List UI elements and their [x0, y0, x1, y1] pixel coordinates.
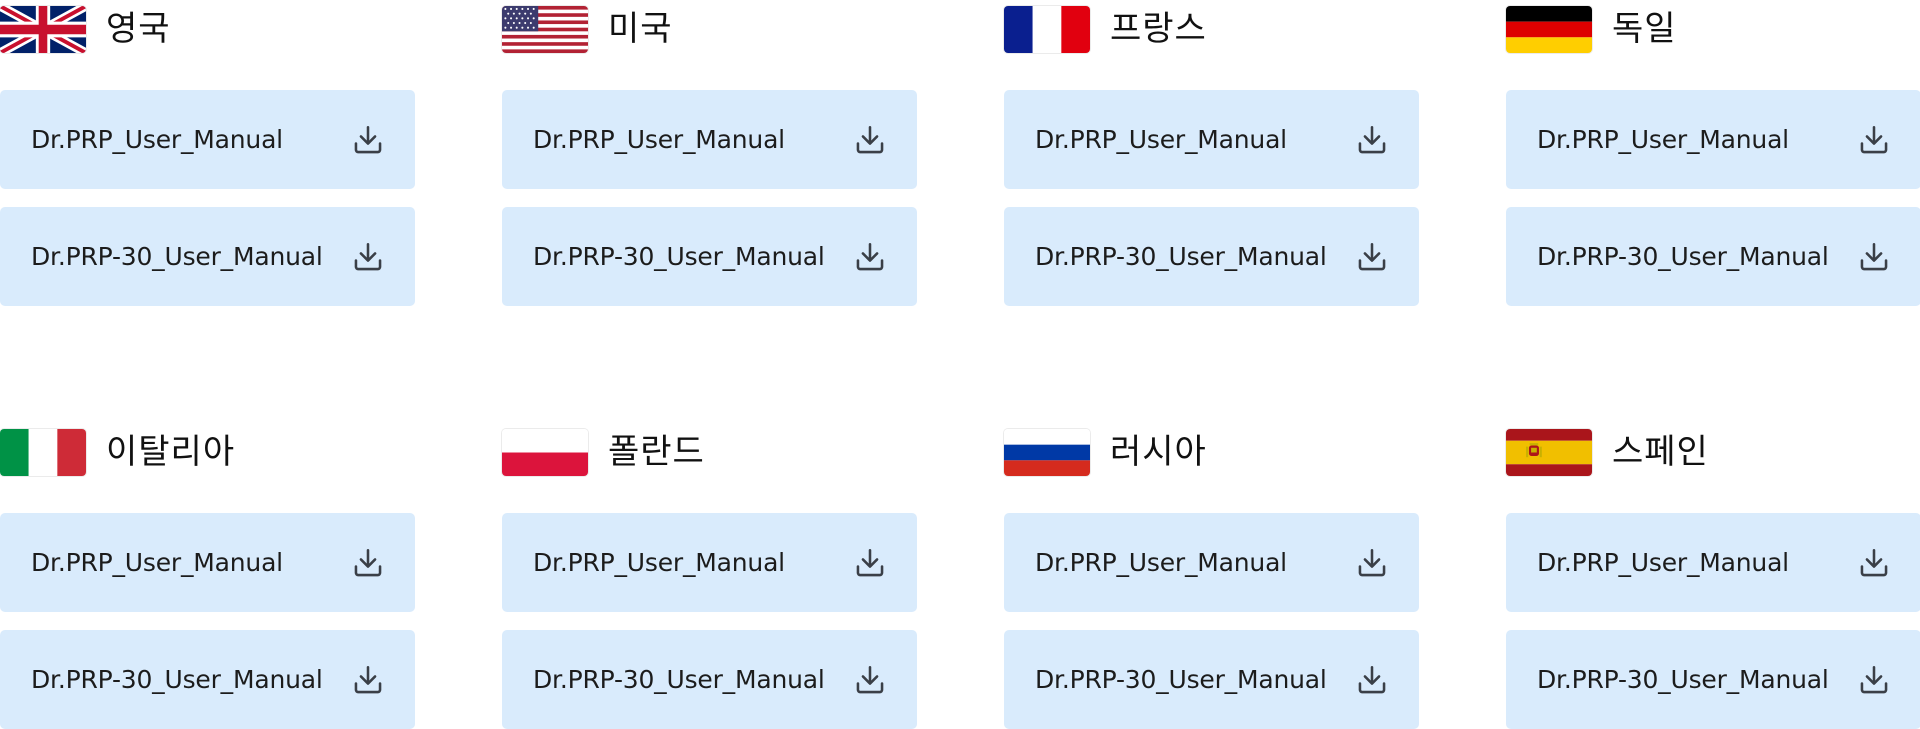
italy-flag-icon [0, 428, 86, 476]
file-name: Dr.PRP_User_Manual [31, 548, 283, 577]
file-name: Dr.PRP-30_User_Manual [533, 665, 825, 694]
download-button[interactable]: Dr.PRP-30_User_Manual [1506, 207, 1920, 306]
country-header: 러시아 [1004, 426, 1207, 478]
file-name: Dr.PRP_User_Manual [1035, 125, 1287, 154]
download-button[interactable]: Dr.PRP_User_Manual [0, 513, 415, 612]
country-name: 영국 [106, 9, 171, 49]
file-name: Dr.PRP_User_Manual [1035, 548, 1287, 577]
download-icon [1857, 663, 1891, 697]
download-icon [853, 240, 887, 274]
country-name: 프랑스 [1110, 9, 1207, 49]
download-button[interactable]: Dr.PRP_User_Manual [1004, 513, 1419, 612]
country-name: 러시아 [1110, 432, 1207, 472]
download-icon [1857, 240, 1891, 274]
download-icon [1355, 546, 1389, 580]
download-icon [351, 123, 385, 157]
download-button[interactable]: Dr.PRP-30_User_Manual [1506, 630, 1920, 729]
country-name: 이탈리아 [106, 432, 236, 472]
file-name: Dr.PRP-30_User_Manual [31, 242, 323, 271]
download-icon [1857, 546, 1891, 580]
download-icon [351, 663, 385, 697]
poland-flag-icon [502, 428, 588, 476]
file-name: Dr.PRP-30_User_Manual [1035, 242, 1327, 271]
file-name: Dr.PRP_User_Manual [533, 548, 785, 577]
russia-flag-icon [1004, 428, 1090, 476]
country-header: 폴란드 [502, 426, 705, 478]
country-name: 폴란드 [608, 432, 705, 472]
uk-flag-icon [0, 5, 86, 53]
country-name: 독일 [1612, 9, 1677, 49]
file-name: Dr.PRP_User_Manual [1537, 125, 1789, 154]
download-icon [853, 546, 887, 580]
country-name: 스페인 [1612, 432, 1709, 472]
country-header: 영국 [0, 3, 171, 55]
download-button[interactable]: Dr.PRP_User_Manual [502, 513, 917, 612]
download-icon [1355, 663, 1389, 697]
download-button[interactable]: Dr.PRP_User_Manual [0, 90, 415, 189]
download-button[interactable]: Dr.PRP-30_User_Manual [0, 207, 415, 306]
germany-flag-icon [1506, 5, 1592, 53]
country-header: 이탈리아 [0, 426, 235, 478]
file-name: Dr.PRP-30_User_Manual [533, 242, 825, 271]
download-button[interactable]: Dr.PRP-30_User_Manual [502, 207, 917, 306]
us-flag-icon [502, 5, 588, 53]
file-name: Dr.PRP-30_User_Manual [31, 665, 323, 694]
download-button[interactable]: Dr.PRP_User_Manual [1004, 90, 1419, 189]
download-icon [1355, 123, 1389, 157]
france-flag-icon [1004, 5, 1090, 53]
download-icon [853, 663, 887, 697]
download-icon [1857, 123, 1891, 157]
country-header: 스페인 [1506, 426, 1709, 478]
file-name: Dr.PRP-30_User_Manual [1035, 665, 1327, 694]
download-button[interactable]: Dr.PRP-30_User_Manual [502, 630, 917, 729]
download-icon [1355, 240, 1389, 274]
download-button[interactable]: Dr.PRP-30_User_Manual [0, 630, 415, 729]
file-name: Dr.PRP-30_User_Manual [1537, 665, 1829, 694]
country-header: 미국 [502, 3, 673, 55]
download-icon [853, 123, 887, 157]
download-icon [351, 546, 385, 580]
country-name: 미국 [608, 9, 673, 49]
country-header: 프랑스 [1004, 3, 1207, 55]
download-button[interactable]: Dr.PRP_User_Manual [502, 90, 917, 189]
file-name: Dr.PRP_User_Manual [31, 125, 283, 154]
spain-flag-icon [1506, 428, 1592, 476]
download-button[interactable]: Dr.PRP_User_Manual [1506, 90, 1920, 189]
country-header: 독일 [1506, 3, 1677, 55]
download-icon [351, 240, 385, 274]
file-name: Dr.PRP_User_Manual [533, 125, 785, 154]
download-button[interactable]: Dr.PRP_User_Manual [1506, 513, 1920, 612]
download-button[interactable]: Dr.PRP-30_User_Manual [1004, 207, 1419, 306]
file-name: Dr.PRP_User_Manual [1537, 548, 1789, 577]
file-name: Dr.PRP-30_User_Manual [1537, 242, 1829, 271]
download-button[interactable]: Dr.PRP-30_User_Manual [1004, 630, 1419, 729]
